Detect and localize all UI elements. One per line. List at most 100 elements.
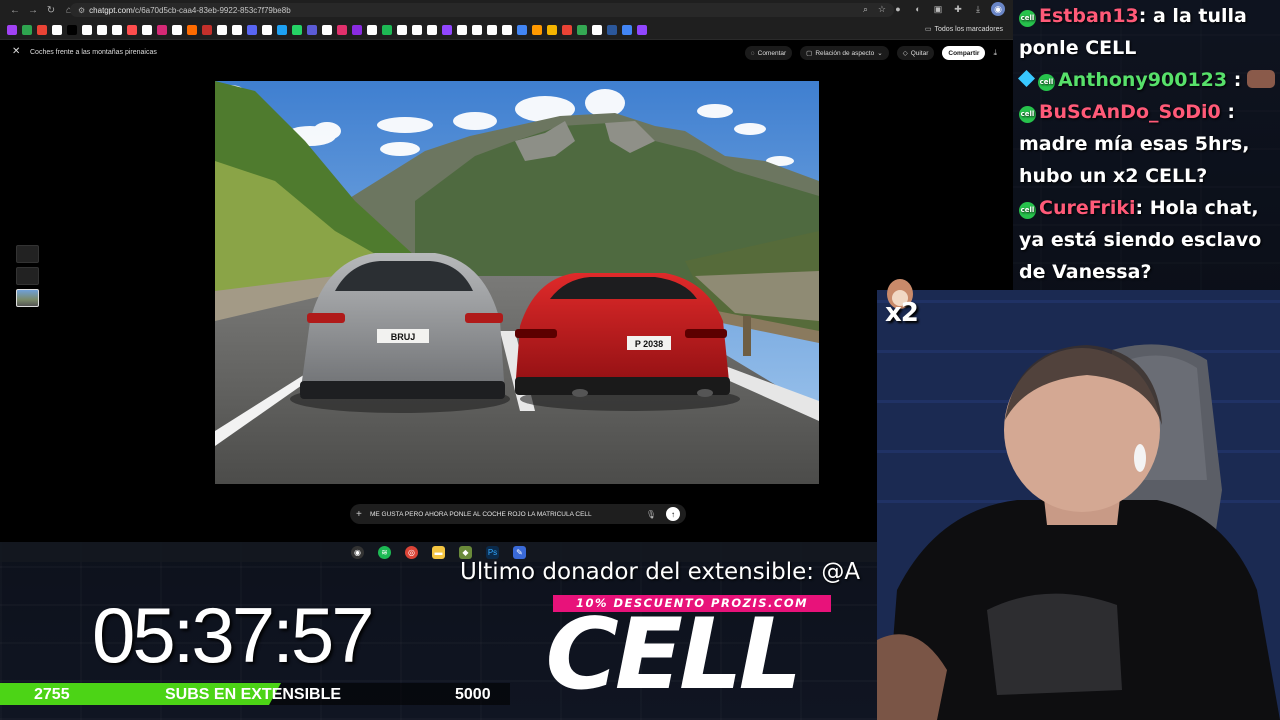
share-button[interactable]: Compartir [942, 46, 986, 60]
chat-username: Estban13 [1039, 5, 1139, 27]
bookmark-favicon-icon[interactable] [577, 24, 587, 35]
back-icon[interactable]: ← [6, 1, 24, 19]
bookmark-favicon-icon[interactable] [607, 24, 617, 35]
bookmark-favicon-icon[interactable] [232, 24, 242, 35]
app-icon[interactable]: ◆ [459, 545, 472, 559]
bookmark-favicon-icon[interactable] [547, 24, 557, 35]
subs-progress-bar: 2755 SUBS EN EXTENSIBLE 5000 [0, 683, 510, 705]
chat-text: madre mía esas 5hrs, hubo un x2 CELL? [1019, 133, 1250, 187]
bookmark-star-icon[interactable]: ☆ [878, 4, 886, 15]
bookmark-favicon-icon[interactable] [52, 24, 62, 35]
bookmark-favicon-icon[interactable] [22, 24, 32, 35]
bookmark-favicon-icon[interactable] [187, 24, 197, 35]
thumbnail[interactable] [16, 267, 39, 285]
chat-username: CureFriki [1039, 197, 1136, 219]
chat-separator: : [1138, 5, 1147, 27]
site-info-icon[interactable]: ⚙ [78, 6, 85, 15]
zoom-icon[interactable]: ⌕ [863, 4, 868, 15]
bookmark-favicon-icon[interactable] [172, 24, 182, 35]
share-label: Compartir [948, 49, 980, 57]
url-input[interactable]: ⚙ chatgpt.com/c/6a70d5cb-caa4-83eb-9922-… [70, 3, 894, 17]
media-icon[interactable]: ◐ [911, 2, 925, 16]
bookmark-favicon-icon[interactable] [202, 24, 212, 35]
bookmark-favicon-icon[interactable] [562, 24, 572, 35]
cell-badge-icon: cell [1019, 106, 1036, 123]
bookmark-favicon-icon[interactable] [217, 24, 227, 35]
aspect-ratio-button[interactable]: ▢ Relación de aspecto ⌄ [800, 46, 889, 60]
comment-button[interactable]: ◌ Comentar [744, 46, 793, 60]
vpn-icon[interactable]: ▣ [931, 2, 945, 16]
cell-badge-icon: cell [1019, 10, 1036, 27]
aspect-label: Relación de aspecto [815, 49, 875, 57]
bookmark-favicon-icon[interactable] [142, 24, 152, 35]
bookmark-favicon-icon[interactable] [442, 24, 452, 35]
bookmark-favicon-icon[interactable] [337, 24, 347, 35]
stream-chat: cell Estban13: a la tulla ponle CELL cell… [1013, 0, 1280, 290]
forward-icon[interactable]: → [24, 1, 42, 19]
thumbnail-selected[interactable] [16, 289, 39, 307]
bookmark-favicon-icon[interactable] [352, 24, 362, 35]
bookmark-favicon-icon[interactable] [307, 24, 317, 35]
chat-message: cell CureFriki: Hola chat, ya está siendo… [1019, 192, 1280, 288]
bookmark-favicon-icon[interactable] [67, 24, 77, 35]
bookmark-favicon-icon[interactable] [457, 24, 467, 35]
download-icon[interactable]: ⤓ [993, 48, 997, 58]
remove-button[interactable]: ◇ Quitar [896, 46, 935, 60]
bookmark-favicon-icon[interactable] [412, 24, 422, 35]
thumbnail[interactable] [16, 245, 39, 263]
bookmark-favicon-icon[interactable] [382, 24, 392, 35]
bookmark-favicon-icon[interactable] [247, 24, 257, 35]
send-button[interactable]: ↑ [666, 507, 680, 521]
chat-separator: : [1233, 69, 1242, 91]
bookmark-favicon-icon[interactable] [37, 24, 47, 35]
profile-avatar-icon[interactable]: ◉ [991, 2, 1005, 16]
bookmark-favicon-icon[interactable] [637, 24, 647, 35]
extensions-puzzle-icon[interactable]: ✚ [951, 2, 965, 16]
bookmark-favicon-icon[interactable] [127, 24, 137, 35]
chevron-down-icon: ⌄ [877, 50, 883, 57]
prompt-input[interactable]: ME GUSTA PERO AHORA PONLE AL COCHE ROJO … [370, 511, 646, 518]
prompt-composer[interactable]: + ME GUSTA PERO AHORA PONLE AL COCHE ROJ… [350, 504, 686, 524]
bookmark-favicon-icon[interactable] [292, 24, 302, 35]
obs-icon[interactable]: ◉ [351, 545, 364, 559]
close-icon[interactable]: ✕ [12, 46, 20, 57]
bookmark-favicon-icon[interactable] [532, 24, 542, 35]
comment-label: Comentar [757, 49, 787, 57]
plus-icon[interactable]: + [356, 509, 370, 520]
comment-icon: ◌ [750, 49, 755, 57]
photoshop-icon[interactable]: Ps [486, 545, 499, 559]
spotify-icon[interactable]: ≋ [378, 545, 391, 559]
all-bookmarks-folder[interactable]: ▭ Todos los marcadores [925, 25, 1003, 34]
bookmark-favicon-icon[interactable] [517, 24, 527, 35]
bookmark-favicon-icon[interactable] [7, 24, 17, 35]
extension-icon[interactable]: ● [891, 2, 905, 16]
paint-icon[interactable]: ✎ [513, 545, 526, 559]
chat-separator: : [1135, 197, 1144, 219]
bookmark-favicon-icon[interactable] [472, 24, 482, 35]
bookmark-favicon-icon[interactable] [502, 24, 512, 35]
last-donor-text: Ultimo donador del extensible: @A [460, 559, 861, 585]
bookmark-favicon-icon[interactable] [262, 24, 272, 35]
bookmark-favicon-icon[interactable] [397, 24, 407, 35]
file-explorer-icon[interactable]: ▬ [432, 545, 445, 559]
bookmark-favicon-icon[interactable] [367, 24, 377, 35]
bookmarks-bar: ▭ Todos los marcadores [0, 20, 1013, 40]
microphone-icon[interactable]: 🎙 [646, 510, 656, 519]
reload-icon[interactable]: ↻ [42, 1, 60, 19]
emote-icon [1247, 70, 1276, 88]
bookmark-favicon-icon[interactable] [157, 24, 167, 35]
chrome-icon[interactable]: ◎ [405, 545, 418, 559]
bookmark-favicon-icon[interactable] [592, 24, 602, 35]
bookmark-favicon-icon[interactable] [427, 24, 437, 35]
bookmark-favicon-icon[interactable] [97, 24, 107, 35]
subs-goal: 5000 [455, 686, 491, 703]
bookmark-favicon-icon[interactable] [277, 24, 287, 35]
bookmark-favicon-icon[interactable] [322, 24, 332, 35]
subs-current: 2755 [34, 686, 70, 703]
bookmark-favicon-icon[interactable] [82, 24, 92, 35]
bookmark-favicon-icon[interactable] [622, 24, 632, 35]
chat-message: cell Anthony900123 : [1018, 64, 1280, 96]
bookmark-favicon-icon[interactable] [487, 24, 497, 35]
downloads-icon[interactable]: ⤓ [971, 2, 985, 16]
bookmark-favicon-icon[interactable] [112, 24, 122, 35]
